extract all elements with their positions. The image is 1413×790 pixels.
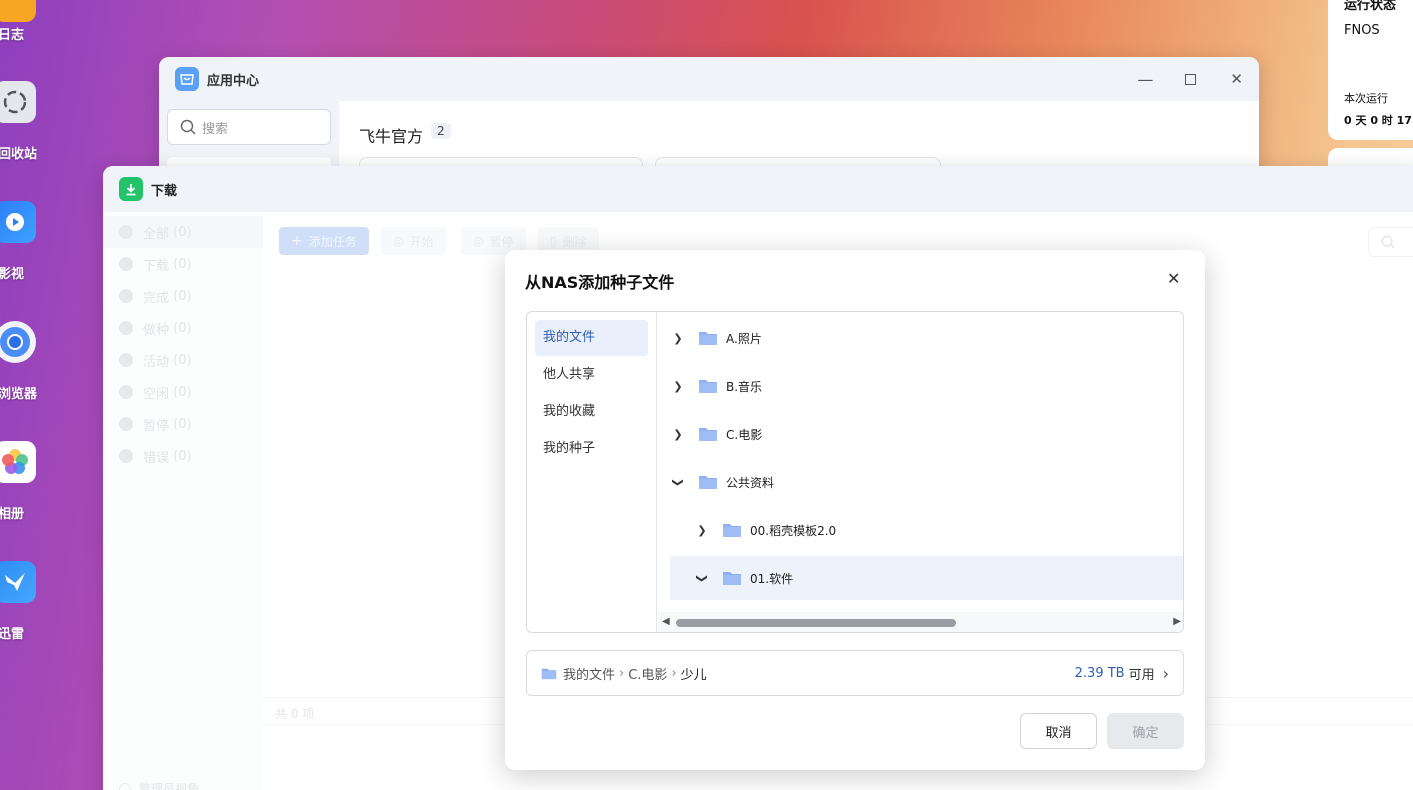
chevron-down-icon[interactable]: ❯ [672, 474, 685, 490]
maximize-icon[interactable] [1185, 73, 1197, 85]
section-count-badge: 2 [431, 123, 451, 139]
status-widget: 运行状态 FNOS 本次运行 0 天 0 时 17 分 [1328, 0, 1413, 140]
folder-label: 00.稻壳模板2.0 [750, 523, 837, 538]
folder-icon [723, 524, 741, 537]
close-icon[interactable]: ✕ [1167, 271, 1181, 287]
download-app-icon [119, 177, 143, 201]
desktop-icon-label: 相册 [0, 507, 25, 522]
desktop-icon-label: 回收站 [0, 147, 38, 162]
thunder-app-icon [0, 561, 36, 603]
desktop-icon-label: 影视 [0, 267, 25, 282]
selected-path-bar[interactable]: 我的文件 › C.电影 › 少儿 2.39 TB 可用 › [526, 650, 1184, 696]
status-title: 运行状态 [1344, 0, 1397, 13]
download-title: 下载 [151, 183, 178, 199]
scroll-right-icon[interactable]: ▶ [1173, 616, 1181, 627]
app-center-search[interactable]: 搜索 [167, 109, 331, 145]
folder-label: C.电影 [726, 427, 763, 442]
tree-row[interactable]: ❯ B.音乐 [670, 364, 1183, 408]
space-value: 2.39 TB [1074, 665, 1125, 681]
app-center-titlebar[interactable]: 应用中心 — ✕ [159, 57, 1259, 101]
tree-row[interactable]: ❯ C.电影 [670, 412, 1183, 456]
folder-label: 公共资料 [726, 475, 775, 490]
source-item-shared[interactable]: 他人共享 [535, 357, 648, 393]
search-placeholder: 搜索 [202, 121, 229, 137]
browser-app-icon [0, 321, 36, 363]
desktop-icon-label: 日志 [0, 28, 25, 43]
status-uptime-label: 本次运行 [1344, 92, 1388, 105]
file-browser: 我的文件 他人共享 我的收藏 我的种子 ❯ A.照片 ❯ B.音乐 ❯ C.电影 [526, 311, 1184, 633]
close-icon[interactable]: ✕ [1230, 70, 1243, 88]
folder-icon [699, 476, 717, 489]
app-center-window[interactable]: 应用中心 — ✕ 搜索 飞牛官方 2 [159, 57, 1259, 177]
folder-icon [699, 380, 717, 393]
chevron-right-icon: › [1162, 663, 1169, 683]
tree-row[interactable]: ❯ 公共资料 [670, 460, 1183, 504]
tree-row-selected[interactable]: ❯ 01.软件 [670, 556, 1183, 600]
chevron-right-icon: › [619, 665, 625, 681]
minimize-icon[interactable]: — [1137, 70, 1153, 89]
recycle-bin-icon [0, 81, 36, 123]
search-icon [180, 119, 196, 135]
chevron-right-icon[interactable]: ❯ [694, 524, 710, 537]
dialog-title: 从NAS添加种子文件 [525, 273, 675, 292]
source-item-favorites[interactable]: 我的收藏 [535, 394, 648, 430]
status-uptime-value: 0 天 0 时 17 分 [1344, 114, 1413, 127]
chevron-right-icon[interactable]: ❯ [670, 428, 686, 441]
chevron-down-icon[interactable]: ❯ [696, 570, 709, 586]
cancel-button[interactable]: 取消 [1020, 713, 1097, 749]
video-app-icon [0, 201, 36, 243]
add-torrent-dialog[interactable]: 从NAS添加种子文件 ✕ 我的文件 他人共享 我的收藏 我的种子 ❯ A.照片 … [505, 250, 1205, 770]
scrollbar-thumb[interactable] [676, 619, 956, 627]
folder-label: B.音乐 [726, 379, 763, 394]
source-item-torrents[interactable]: 我的种子 [535, 431, 648, 467]
download-titlebar[interactable]: 下载 [103, 166, 1413, 212]
folder-icon [723, 572, 741, 585]
photos-app-icon [0, 441, 36, 483]
scroll-left-icon[interactable]: ◀ [662, 616, 670, 627]
folder-icon [541, 668, 557, 679]
horizontal-scrollbar[interactable]: ◀ ▶ [658, 612, 1183, 632]
source-list: 我的文件 他人共享 我的收藏 我的种子 [527, 312, 657, 632]
chevron-right-icon[interactable]: ❯ [670, 380, 686, 393]
path-segment: 少儿 [680, 667, 707, 683]
folder-label: A.照片 [726, 331, 762, 346]
log-icon [0, 0, 36, 22]
folder-label: 01.软件 [750, 571, 794, 586]
folder-icon [699, 428, 717, 441]
tree-row[interactable]: ❯ A.照片 [670, 316, 1183, 360]
chevron-right-icon[interactable]: ❯ [670, 332, 686, 345]
available-space: 2.39 TB 可用 › [1075, 664, 1169, 683]
folder-tree: ❯ A.照片 ❯ B.音乐 ❯ C.电影 ❯ 公共资料 ❯ 00.稻壳模板2.0… [658, 312, 1183, 612]
confirm-button[interactable]: 确定 [1107, 713, 1184, 749]
app-center-icon [175, 67, 199, 91]
path-segment: C.电影 [628, 667, 668, 683]
desktop-icon-label: 迅雷 [0, 627, 25, 642]
tree-row[interactable]: ❯ 00.稻壳模板2.0 [670, 508, 1183, 552]
folder-icon [699, 332, 717, 345]
section-title: 飞牛官方 [359, 127, 424, 146]
chevron-right-icon: › [671, 665, 677, 681]
status-os: FNOS [1344, 23, 1380, 38]
space-label: 可用 [1128, 667, 1155, 683]
app-center-title: 应用中心 [207, 73, 260, 89]
source-item-my-files[interactable]: 我的文件 [535, 320, 648, 356]
desktop-icon-label: 浏览器 [0, 387, 38, 402]
path-root: 我的文件 [563, 667, 616, 683]
